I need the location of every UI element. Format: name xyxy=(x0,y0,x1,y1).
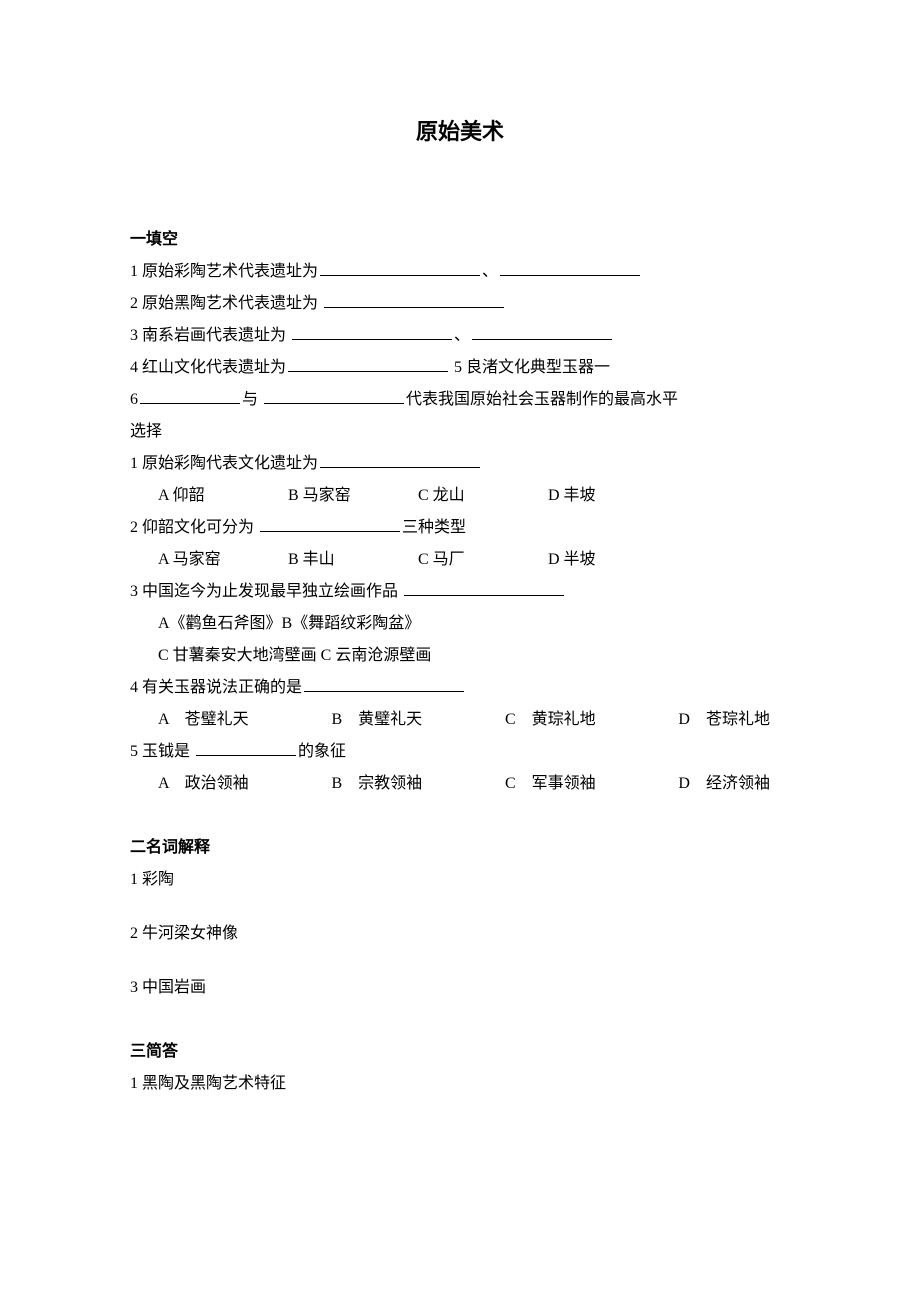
fill-q2: 2 原始黑陶艺术代表遗址为 xyxy=(130,288,790,320)
fill-q5-b: 与 xyxy=(242,391,258,408)
blank[interactable] xyxy=(324,291,504,308)
mc4-text: 4 有关玉器说法正确的是 xyxy=(130,679,302,696)
mc1-opt-a[interactable]: A 仰韶 xyxy=(158,480,288,512)
fill-q5-a: 6 xyxy=(130,391,138,408)
blank[interactable] xyxy=(260,515,400,532)
choice-label: 选择 xyxy=(130,416,790,448)
blank[interactable] xyxy=(292,323,452,340)
fill-q5-c: 代表我国原始社会玉器制作的最高水平 xyxy=(406,391,678,408)
mc2-opt-c[interactable]: C 马厂 xyxy=(418,544,548,576)
mc5-opt-d[interactable]: D 经济领袖 xyxy=(678,768,770,800)
blank[interactable] xyxy=(320,259,480,276)
exam-page: 原始美术 一填空 1 原始彩陶艺术代表遗址为、 2 原始黑陶艺术代表遗址为 3 … xyxy=(0,0,920,1180)
mc5-opt-b[interactable]: B 宗教领袖 xyxy=(331,768,422,800)
blank[interactable] xyxy=(472,323,612,340)
fill-q4-a: 4 红山文化代表遗址为 xyxy=(130,359,286,376)
mc4-opt-a[interactable]: A 苍璧礼天 xyxy=(158,704,249,736)
mc3-line2[interactable]: C 甘薯秦安大地湾壁画 C 云南沧源壁画 xyxy=(130,640,790,672)
mc1: 1 原始彩陶代表文化遗址为 xyxy=(130,448,790,480)
section-fill-heading: 一填空 xyxy=(130,224,790,256)
mc5: 5 玉钺是 的象征 xyxy=(130,736,790,768)
mc4-opt-c[interactable]: C 黄琮礼地 xyxy=(505,704,596,736)
mc2-a: 2 仰韶文化可分为 xyxy=(130,519,254,536)
mc2-options: A 马家窑 B 丰山 C 马厂 D 半坡 xyxy=(130,544,790,576)
short-q1: 1 黑陶及黑陶艺术特征 xyxy=(130,1068,790,1100)
mc4-options: A 苍璧礼天 B 黄璧礼天 C 黄琮礼地 D 苍琮礼地 xyxy=(130,704,790,736)
section-terms-heading: 二名词解释 xyxy=(130,832,790,864)
mc1-opt-c[interactable]: C 龙山 xyxy=(418,480,548,512)
fill-q1: 1 原始彩陶艺术代表遗址为 、 xyxy=(130,256,790,288)
mc1-text: 1 原始彩陶代表文化遗址为 xyxy=(130,455,318,472)
mc2-opt-b[interactable]: B 丰山 xyxy=(288,544,418,576)
fill-q2-text: 2 原始黑陶艺术代表遗址为 xyxy=(130,295,318,312)
mc4-opt-b[interactable]: B 黄璧礼天 xyxy=(331,704,422,736)
mc3-line1[interactable]: A《鹳鱼石斧图》B《舞蹈纹彩陶盆》 xyxy=(130,608,790,640)
fill-q3-text: 3 南系岩画代表遗址为 xyxy=(130,327,286,344)
mc1-opt-d[interactable]: D 丰坡 xyxy=(548,480,678,512)
mc5-opt-a[interactable]: A 政治领袖 xyxy=(158,768,249,800)
section-short-heading: 三简答 xyxy=(130,1036,790,1068)
mc5-a: 5 玉钺是 xyxy=(130,743,190,760)
fill-q5: 6 与 代表我国原始社会玉器制作的最高水平 xyxy=(130,384,790,416)
mc5-options: A 政治领袖 B 宗教领袖 C 军事领袖 D 经济领袖 xyxy=(130,768,790,800)
fill-q3: 3 南系岩画代表遗址为 、 xyxy=(130,320,790,352)
mc1-options: A 仰韶 B 马家窑 C 龙山 D 丰坡 xyxy=(130,480,790,512)
fill-q1-sep: 、 xyxy=(482,263,498,280)
blank[interactable] xyxy=(196,739,296,756)
blank[interactable] xyxy=(264,387,404,404)
mc2: 2 仰韶文化可分为 三种类型 xyxy=(130,512,790,544)
terms-q1: 1 彩陶 xyxy=(130,864,790,896)
mc4-opt-d[interactable]: D 苍琮礼地 xyxy=(678,704,770,736)
blank[interactable] xyxy=(304,675,464,692)
blank[interactable] xyxy=(140,387,240,404)
terms-q2: 2 牛河梁女神像 xyxy=(130,918,790,950)
blank[interactable] xyxy=(288,355,448,372)
mc3-text: 3 中国迄今为止发现最早独立绘画作品 xyxy=(130,583,398,600)
fill-q1-text: 1 原始彩陶艺术代表遗址为 xyxy=(130,263,318,280)
blank[interactable] xyxy=(320,451,480,468)
blank[interactable] xyxy=(404,579,564,596)
mc5-opt-c[interactable]: C 军事领袖 xyxy=(505,768,596,800)
mc3: 3 中国迄今为止发现最早独立绘画作品 xyxy=(130,576,790,608)
fill-q4: 4 红山文化代表遗址为 5 良渚文化典型玉器一 xyxy=(130,352,790,384)
mc2-opt-d[interactable]: D 半坡 xyxy=(548,544,678,576)
fill-q4-b: 5 良渚文化典型玉器一 xyxy=(454,359,610,376)
mc5-b: 的象征 xyxy=(298,743,346,760)
mc2-opt-a[interactable]: A 马家窑 xyxy=(158,544,288,576)
mc1-opt-b[interactable]: B 马家窑 xyxy=(288,480,418,512)
fill-q3-sep: 、 xyxy=(454,327,470,344)
terms-q3: 3 中国岩画 xyxy=(130,972,790,1004)
blank[interactable] xyxy=(500,259,640,276)
page-title: 原始美术 xyxy=(130,110,790,154)
mc4: 4 有关玉器说法正确的是 xyxy=(130,672,790,704)
mc2-b: 三种类型 xyxy=(402,519,466,536)
